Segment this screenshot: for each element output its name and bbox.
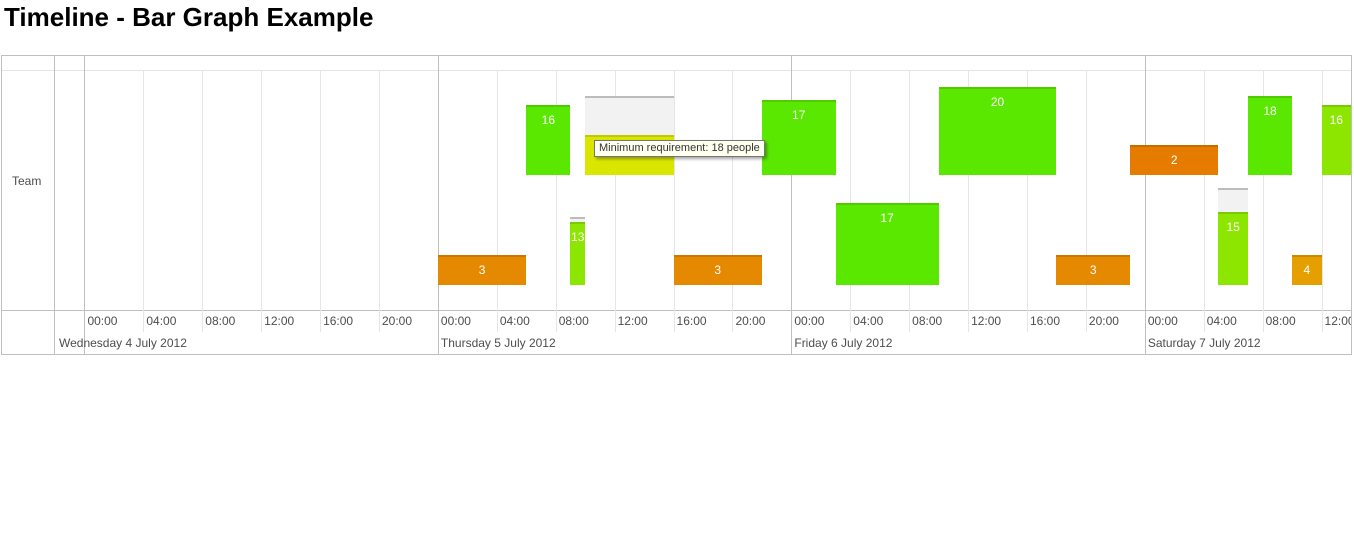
- timeline-content[interactable]: 00:00 04:00 08:00 12:00 16:00 20:00 00:00 04:00…: [55, 56, 1351, 354]
- bar-value-label: 3: [478, 263, 486, 277]
- hour-tick-label: 12:00: [971, 314, 1002, 328]
- hour-tick-label: 04:00: [1206, 314, 1237, 328]
- bar-value-label: 4: [1303, 263, 1311, 277]
- hour-tick-label: 20:00: [1088, 314, 1119, 328]
- hour-tick-label: 20:00: [735, 314, 766, 328]
- timeline-bar[interactable]: 17: [835, 202, 939, 285]
- tooltip: Minimum requirement: 18 people: [594, 140, 765, 157]
- hour-tick-label: 20:00: [382, 314, 413, 328]
- bar-value-label: 17: [880, 210, 894, 225]
- hour-tick-label: 16:00: [323, 314, 354, 328]
- timeline-bar[interactable]: 18: [1247, 95, 1293, 175]
- timeline-bar[interactable]: 16: [1321, 104, 1351, 175]
- day-gridline: [437, 56, 439, 354]
- bar-value-label: 16: [1329, 112, 1343, 127]
- day-label: Thursday 5 July 2012: [440, 336, 556, 350]
- day-gridline: [84, 56, 86, 354]
- hour-tick-label: 00:00: [1147, 314, 1178, 328]
- hour-tick-label: 04:00: [499, 314, 530, 328]
- timeline-bar[interactable]: 13: [570, 221, 586, 285]
- hour-gridline: [1203, 70, 1205, 332]
- hour-tick-label: 12:00: [1324, 314, 1352, 328]
- hour-tick-label: 08:00: [912, 314, 943, 328]
- hour-gridline: [673, 70, 675, 332]
- hour-gridline: [909, 70, 911, 332]
- bar-value-label: 3: [1089, 263, 1097, 277]
- hour-tick-label: 00:00: [440, 314, 471, 328]
- bar-value-label: 2: [1170, 153, 1178, 167]
- page-title: Timeline - Bar Graph Example: [4, 2, 374, 32]
- hour-gridline: [320, 70, 322, 332]
- bar-value-label: 16: [541, 112, 556, 127]
- day-gridline: [1144, 56, 1146, 354]
- timeline-bar[interactable]: 20: [938, 87, 1057, 175]
- bar-value-label: 13: [571, 229, 585, 244]
- hour-gridline: [850, 70, 852, 332]
- hour-gridline: [496, 70, 498, 332]
- hour-gridline: [202, 70, 204, 332]
- timeline-bar[interactable]: 3: [437, 255, 527, 285]
- hour-gridline: [379, 70, 380, 332]
- hour-tick-label: 00:00: [87, 314, 118, 328]
- hour-tick-label: 16:00: [676, 314, 707, 328]
- hour-gridline: [1085, 70, 1087, 332]
- day-label: Wednesday 4 July 2012: [59, 336, 187, 350]
- hour-tick-label: 12:00: [617, 314, 648, 328]
- timeline-bar[interactable]: 3: [673, 255, 762, 285]
- timeline-bar[interactable]: 2: [1130, 145, 1219, 175]
- day-label: Saturday 7 July 2012: [1147, 336, 1261, 350]
- timeline-bar[interactable]: 16: [526, 104, 571, 175]
- timeline-bar[interactable]: 4: [1292, 255, 1322, 285]
- hour-tick-label: 00:00: [794, 314, 825, 328]
- timeline-bar[interactable]: 3: [1056, 255, 1131, 285]
- hour-tick-label: 16:00: [1030, 314, 1061, 328]
- hour-tick-label: 04:00: [146, 314, 177, 328]
- hour-tick-label: 08:00: [205, 314, 236, 328]
- hour-gridline: [261, 70, 263, 332]
- group-label-column: Team: [2, 56, 55, 354]
- hour-gridline: [143, 70, 145, 332]
- timeline-bar[interactable]: 15: [1218, 212, 1248, 285]
- timeline-bar[interactable]: 17: [761, 100, 836, 175]
- hour-tick-label: 08:00: [1265, 314, 1296, 328]
- day-label: Friday 6 July 2012: [794, 336, 893, 350]
- bar-value-label: 15: [1226, 220, 1240, 235]
- hour-tick-label: 12:00: [264, 314, 295, 328]
- bar-value-label: 3: [714, 263, 722, 277]
- group-label-team: Team: [12, 174, 42, 188]
- bar-value-label: 20: [990, 95, 1005, 109]
- bar-value-label: 18: [1263, 103, 1277, 118]
- bar-value-label: 17: [792, 108, 806, 123]
- hour-tick-label: 04:00: [853, 314, 884, 328]
- hour-tick-label: 08:00: [558, 314, 589, 328]
- timeline[interactable]: Team 00:00 04:00 08:00 12:00 16:00 20:00 00:00…: [1, 55, 1352, 355]
- hour-gridline: [732, 70, 734, 332]
